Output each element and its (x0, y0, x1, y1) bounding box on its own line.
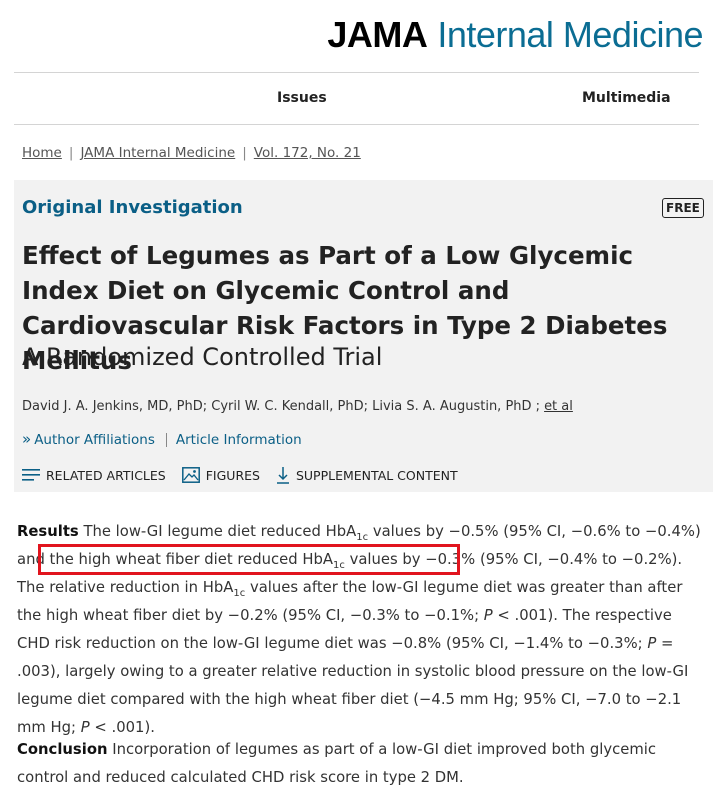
supplemental-content-button[interactable]: SUPPLEMENTAL CONTENT (276, 466, 458, 484)
nav-multimedia[interactable]: Multimedia (582, 90, 671, 106)
results-text: The low-GI legume diet reduced HbA (78, 523, 357, 540)
chevron-right-icon: » (22, 430, 32, 448)
abstract-conclusion: Conclusion Incorporation of legumes as p… (17, 736, 707, 792)
breadcrumb-volume[interactable]: Vol. 172, No. 21 (254, 145, 361, 161)
p-value-symbol: P (483, 607, 493, 624)
download-arrow-icon (276, 467, 289, 484)
article-info-links: » Author Affiliations Article Information (22, 430, 302, 448)
list-icon (22, 469, 40, 481)
hba1c-subscript: 1c (233, 587, 246, 599)
related-articles-label: RELATED ARTICLES (46, 467, 166, 483)
breadcrumb: Home | JAMA Internal Medicine | Vol. 172, No… (22, 145, 361, 161)
authors-text: David J. A. Jenkins, MD, PhD; Cyril W. C… (22, 399, 541, 414)
breadcrumb-separator: | (242, 145, 247, 161)
highlight-annotation-box (38, 544, 460, 575)
author-affiliations-link[interactable]: Author Affiliations (34, 432, 155, 448)
p-value-symbol: P (647, 635, 657, 652)
article-tools: RELATED ARTICLES FIGURES SUPPLEMENTAL CO… (22, 466, 474, 484)
results-label: Results (17, 523, 79, 540)
journal-logo[interactable]: JAMA Internal Medicine (327, 14, 703, 56)
results-text: < .001). (89, 719, 155, 736)
et-al-link[interactable]: et al (544, 399, 573, 414)
conclusion-label: Conclusion (17, 741, 108, 758)
p-value-symbol: P (80, 719, 90, 736)
figures-label: FIGURES (205, 467, 260, 483)
link-divider (165, 433, 167, 447)
figures-button[interactable]: FIGURES (181, 467, 260, 483)
hba1c-subscript: 1c (356, 531, 369, 543)
breadcrumb-home[interactable]: Home (22, 145, 62, 161)
related-articles-button[interactable]: RELATED ARTICLES (22, 468, 166, 483)
breadcrumb-journal[interactable]: JAMA Internal Medicine (80, 145, 235, 161)
header-divider (14, 72, 699, 73)
author-list: David J. A. Jenkins, MD, PhD; Cyril W. C… (22, 399, 573, 414)
logo-brand: JAMA (327, 14, 428, 55)
nav-issues[interactable]: Issues (277, 90, 327, 106)
article-information-link[interactable]: Article Information (176, 432, 302, 448)
article-type: Original Investigation (22, 197, 243, 218)
free-badge: FREE (662, 198, 704, 218)
article-subtitle: A Randomized Controlled Trial (22, 343, 383, 371)
conclusion-text: Incorporation of legumes as part of a lo… (17, 741, 656, 786)
image-icon (181, 467, 200, 483)
logo-journal: Internal Medicine (437, 14, 703, 55)
nav-divider (14, 124, 699, 125)
breadcrumb-separator: | (68, 145, 74, 161)
supplemental-content-label: SUPPLEMENTAL CONTENT (295, 467, 458, 483)
